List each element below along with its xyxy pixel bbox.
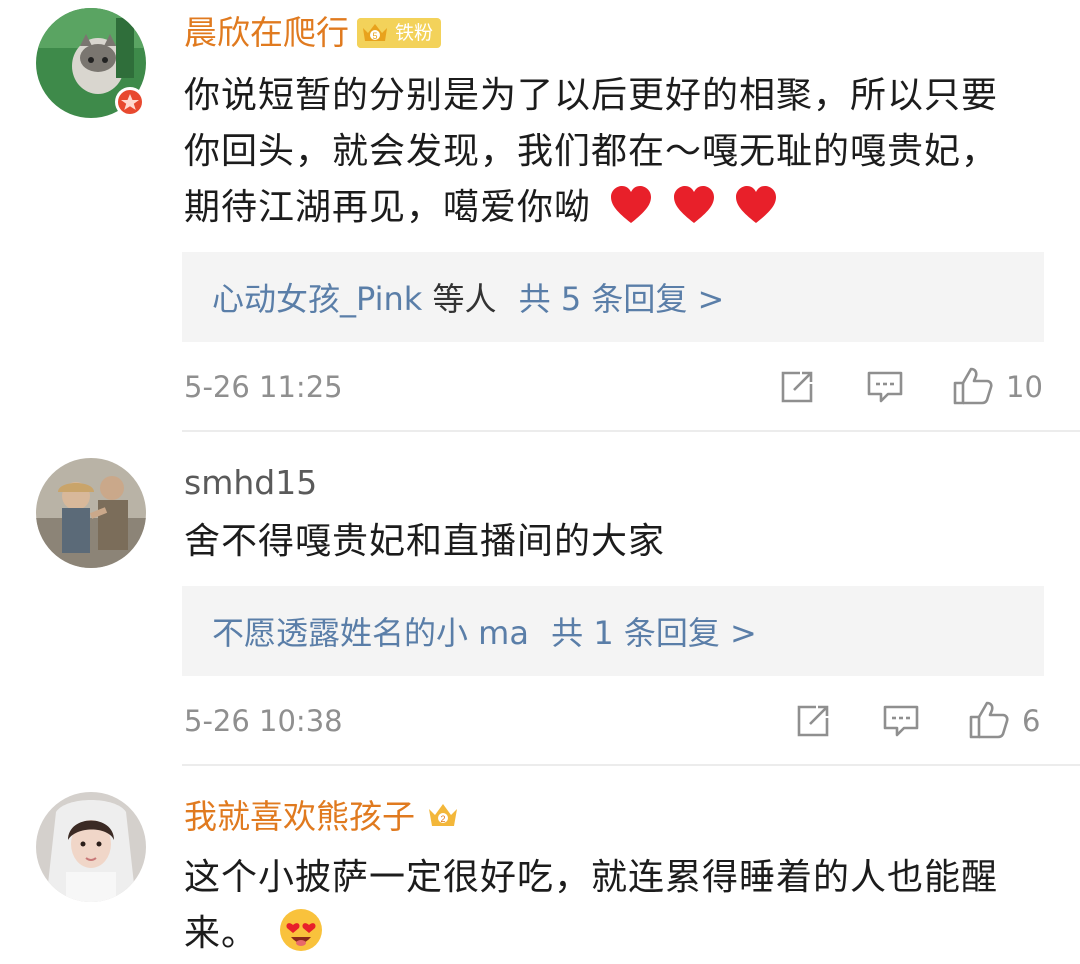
- fan-badge[interactable]: 5 铁粉: [357, 18, 442, 48]
- reply-summary: 不愿透露姓名的小 ma 共 1 条回复 >: [212, 608, 757, 654]
- like-count: 10: [1006, 370, 1043, 404]
- reply-count-link[interactable]: 共 1 条回复 >: [551, 614, 757, 652]
- comment-meta: 5-26 10:38 6: [184, 696, 1042, 746]
- comment-text: 舍不得嘎贵妃和直播间的大家: [184, 514, 1024, 570]
- username[interactable]: 晨欣在爬行: [184, 10, 349, 56]
- crown-badge-icon: 5: [357, 18, 393, 48]
- username-row: smhd15: [184, 460, 317, 506]
- comment-text: 这个小披萨一定很好吃，就连累得睡着的人也能醒来。: [184, 850, 1024, 962]
- divider: [182, 764, 1080, 766]
- reply-mid: 等人: [432, 280, 497, 318]
- like-icon[interactable]: [968, 700, 1010, 740]
- reply-count-link[interactable]: 共 5 条回复 >: [519, 280, 725, 318]
- username[interactable]: smhd15: [184, 460, 317, 506]
- heart-emoji-icon: [736, 186, 777, 223]
- timestamp: 5-26 11:25: [184, 370, 343, 404]
- comment-icon[interactable]: [882, 704, 920, 738]
- comment-text-content: 你说短暂的分别是为了以后更好的相聚，所以只要你回头，就会发现，我们都在～嘎无耻的…: [184, 75, 999, 228]
- svg-text:5: 5: [372, 31, 377, 41]
- comment-icon[interactable]: [866, 370, 904, 404]
- divider: [182, 430, 1080, 432]
- heart-emoji-group: [603, 185, 778, 242]
- avatar[interactable]: [36, 458, 146, 568]
- share-icon[interactable]: [778, 370, 814, 404]
- reply-summary: 心动女孩_Pink 等人 共 5 条回复 >: [212, 274, 724, 320]
- comment-text-content: 舍不得嘎贵妃和直播间的大家: [184, 521, 666, 562]
- reply-users[interactable]: 心动女孩_Pink: [212, 280, 422, 318]
- like-icon[interactable]: [952, 366, 994, 406]
- heart-emoji-icon: [673, 186, 714, 223]
- like-count: 6: [1022, 704, 1041, 738]
- username[interactable]: 我就喜欢熊孩子: [184, 794, 415, 840]
- avatar[interactable]: [36, 792, 146, 902]
- reply-users[interactable]: 不愿透露姓名的小 ma: [212, 614, 529, 652]
- comment-meta: 5-26 11:25 10: [184, 362, 1043, 412]
- crown-badge-icon[interactable]: 2: [425, 799, 461, 835]
- share-icon[interactable]: [794, 704, 830, 738]
- heart-eyes-emoji-icon: [280, 909, 323, 951]
- reply-preview[interactable]: 心动女孩_Pink 等人 共 5 条回复 >: [182, 252, 1044, 342]
- comment-text: 你说短暂的分别是为了以后更好的相聚，所以只要你回头，就会发现，我们都在～嘎无耻的…: [184, 68, 1024, 242]
- timestamp: 5-26 10:38: [184, 704, 343, 738]
- username-row: 晨欣在爬行 5 铁粉: [184, 10, 442, 56]
- verified-icon: [115, 87, 145, 117]
- fan-badge-label: 铁粉: [395, 22, 434, 44]
- username-row: 我就喜欢熊孩子 2: [184, 794, 461, 840]
- heart-emoji-icon: [611, 186, 652, 223]
- svg-text:2: 2: [440, 814, 445, 824]
- reply-preview[interactable]: 不愿透露姓名的小 ma 共 1 条回复 >: [182, 586, 1044, 676]
